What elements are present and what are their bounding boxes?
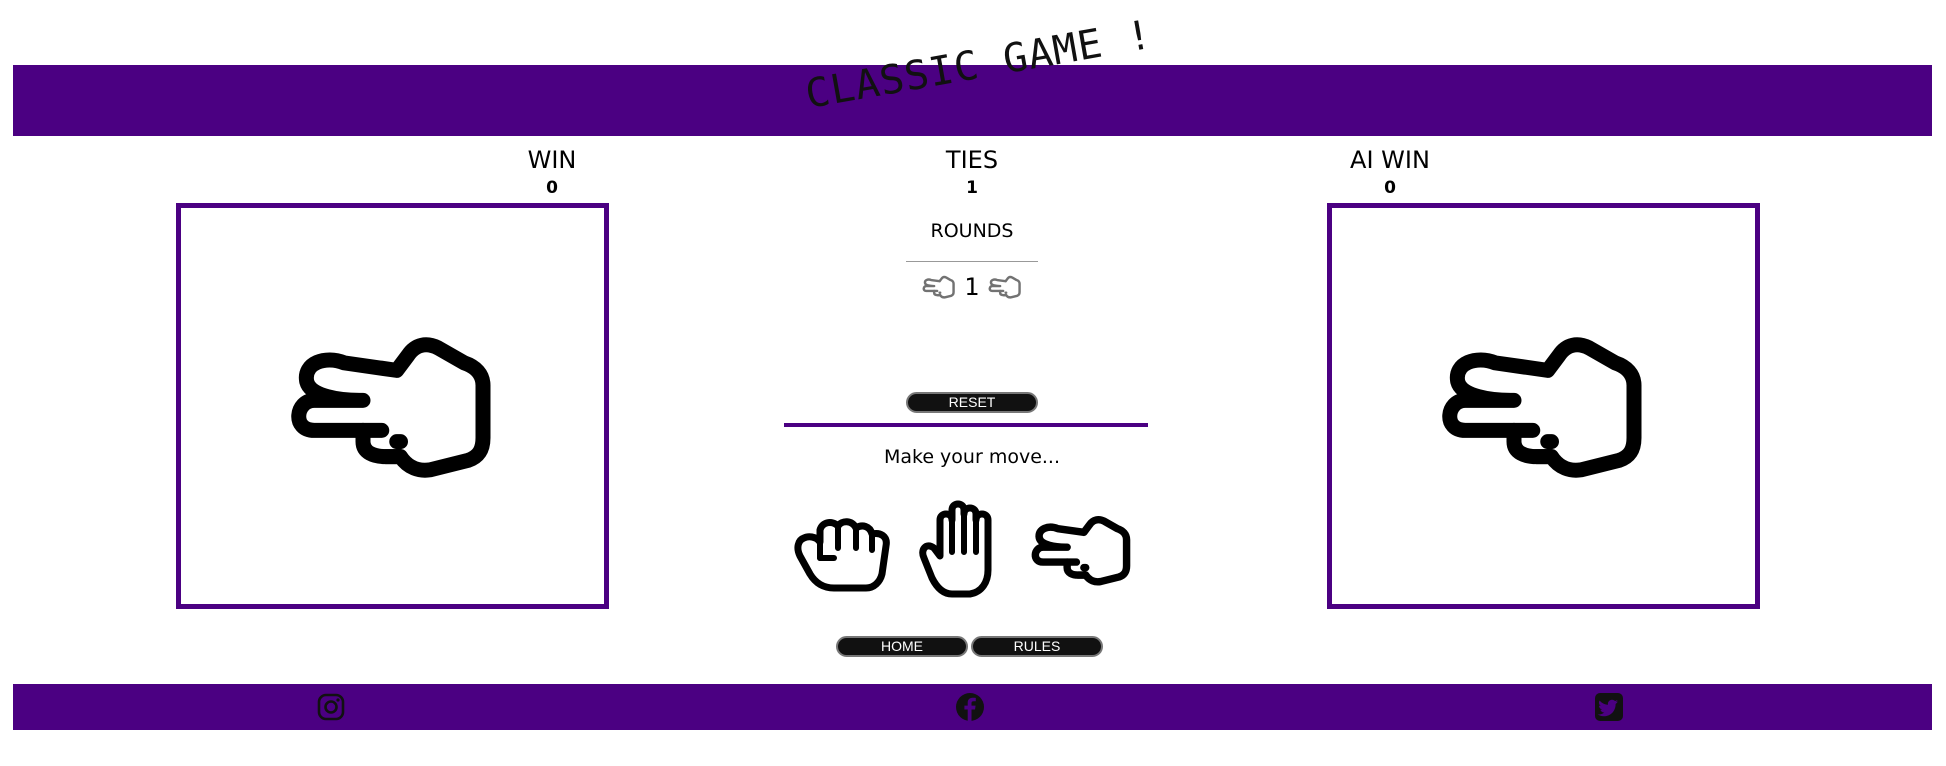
player-win-score: 0 — [546, 178, 558, 198]
ties-label: TIES — [945, 146, 999, 174]
rounds-divider — [906, 261, 1038, 262]
rounds-label: ROUNDS — [930, 220, 1014, 242]
facebook-icon[interactable] — [955, 692, 985, 722]
rock-fist-icon[interactable] — [790, 498, 894, 602]
reset-button[interactable]: RESET — [906, 392, 1038, 413]
scissors-hand-icon — [922, 275, 956, 299]
instagram-icon[interactable] — [316, 692, 346, 722]
scissors-hand-icon[interactable] — [1030, 498, 1134, 602]
ai-win-label: AI WIN — [1350, 146, 1430, 174]
home-button[interactable]: HOME — [836, 636, 968, 657]
ai-win-score: 0 — [1384, 178, 1396, 198]
ai-choice-panel — [1327, 203, 1760, 609]
paper-hand-icon[interactable] — [912, 498, 1016, 602]
scissors-hand-icon — [288, 311, 498, 501]
scissors-hand-icon — [1439, 311, 1649, 501]
rounds-value: 1 — [964, 273, 980, 301]
rules-button[interactable]: RULES — [971, 636, 1103, 657]
player-choice-panel — [176, 203, 609, 609]
player-win-label: WIN — [527, 146, 577, 174]
scissors-hand-icon — [988, 275, 1021, 299]
twitter-icon[interactable] — [1594, 692, 1624, 722]
divider-line — [784, 423, 1148, 427]
move-prompt: Make your move... — [883, 446, 1061, 468]
ties-score: 1 — [966, 178, 978, 198]
rounds-counter: 1 — [872, 272, 1072, 302]
